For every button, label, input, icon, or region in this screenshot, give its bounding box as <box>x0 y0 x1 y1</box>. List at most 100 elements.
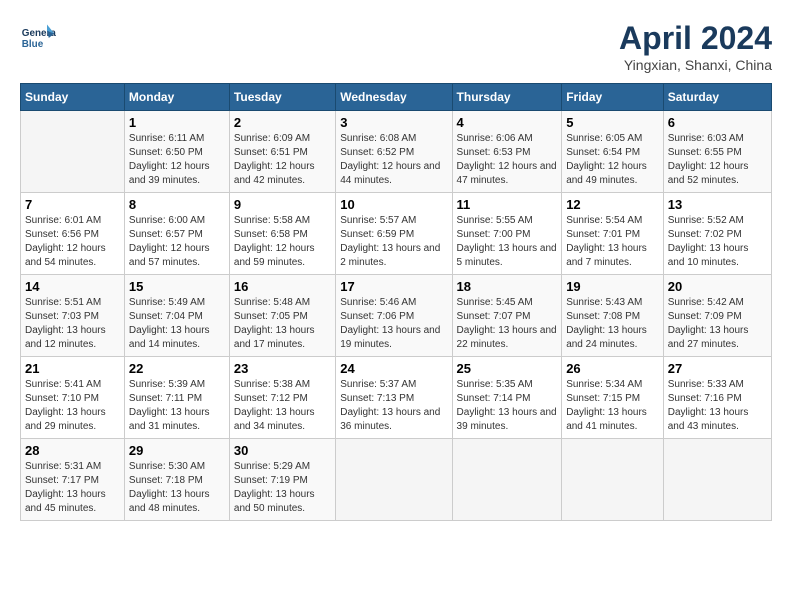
day-number: 22 <box>129 361 225 376</box>
location: Yingxian, Shanxi, China <box>619 57 772 73</box>
day-info: Sunrise: 6:09 AM Sunset: 6:51 PM Dayligh… <box>234 132 331 188</box>
day-number: 23 <box>234 361 331 376</box>
day-number: 25 <box>457 361 558 376</box>
weekday-header-saturday: Saturday <box>663 84 771 111</box>
day-info: Sunrise: 5:51 AM Sunset: 7:03 PM Dayligh… <box>25 296 120 352</box>
calendar-cell: 6 Sunrise: 6:03 AM Sunset: 6:55 PM Daylig… <box>663 111 771 193</box>
day-info: Sunrise: 6:01 AM Sunset: 6:56 PM Dayligh… <box>25 214 120 270</box>
calendar-cell: 24 Sunrise: 5:37 AM Sunset: 7:13 PM Dayli… <box>336 357 452 439</box>
day-number: 6 <box>668 115 767 130</box>
weekday-header-friday: Friday <box>562 84 664 111</box>
day-number: 14 <box>25 279 120 294</box>
calendar-cell: 3 Sunrise: 6:08 AM Sunset: 6:52 PM Daylig… <box>336 111 452 193</box>
calendar-cell: 14 Sunrise: 5:51 AM Sunset: 7:03 PM Dayli… <box>21 275 125 357</box>
calendar-week-4: 21Sunrise: 5:41 AM Sunset: 7:10 PM Dayli… <box>21 357 772 439</box>
day-number: 20 <box>668 279 767 294</box>
day-info: Sunrise: 5:38 AM Sunset: 7:12 PM Dayligh… <box>234 378 331 434</box>
day-number: 11 <box>457 197 558 212</box>
calendar-cell: 18 Sunrise: 5:45 AM Sunset: 7:07 PM Dayli… <box>452 275 562 357</box>
calendar-cell: 20 Sunrise: 5:42 AM Sunset: 7:09 PM Dayli… <box>663 275 771 357</box>
calendar-cell: 8Sunrise: 6:00 AM Sunset: 6:57 PM Daylig… <box>124 193 229 275</box>
day-number: 18 <box>457 279 558 294</box>
day-number: 8 <box>129 197 225 212</box>
day-number: 7 <box>25 197 120 212</box>
calendar-cell: 11 Sunrise: 5:55 AM Sunset: 7:00 PM Dayli… <box>452 193 562 275</box>
calendar-table: SundayMondayTuesdayWednesdayThursdayFrid… <box>20 83 772 521</box>
day-info: Sunrise: 5:39 AM Sunset: 7:11 PM Dayligh… <box>129 378 225 434</box>
day-number: 12 <box>566 197 659 212</box>
day-info: Sunrise: 6:03 AM Sunset: 6:55 PM Dayligh… <box>668 132 767 188</box>
calendar-cell: 15 Sunrise: 5:49 AM Sunset: 7:04 PM Dayli… <box>124 275 229 357</box>
day-number: 10 <box>340 197 447 212</box>
calendar-cell: 4Sunrise: 6:06 AM Sunset: 6:53 PM Daylig… <box>452 111 562 193</box>
calendar-cell: 29 Sunrise: 5:30 AM Sunset: 7:18 PM Dayli… <box>124 439 229 521</box>
day-info: Sunrise: 5:30 AM Sunset: 7:18 PM Dayligh… <box>129 460 225 516</box>
calendar-cell: 12 Sunrise: 5:54 AM Sunset: 7:01 PM Dayli… <box>562 193 664 275</box>
weekday-header-row: SundayMondayTuesdayWednesdayThursdayFrid… <box>21 84 772 111</box>
day-info: Sunrise: 6:05 AM Sunset: 6:54 PM Dayligh… <box>566 132 659 188</box>
day-number: 21 <box>25 361 120 376</box>
calendar-week-3: 14 Sunrise: 5:51 AM Sunset: 7:03 PM Dayli… <box>21 275 772 357</box>
day-info: Sunrise: 5:29 AM Sunset: 7:19 PM Dayligh… <box>234 460 331 516</box>
day-number: 17 <box>340 279 447 294</box>
day-number: 27 <box>668 361 767 376</box>
day-number: 15 <box>129 279 225 294</box>
day-info: Sunrise: 5:58 AM Sunset: 6:58 PM Dayligh… <box>234 214 331 270</box>
calendar-cell: 10 Sunrise: 5:57 AM Sunset: 6:59 PM Dayli… <box>336 193 452 275</box>
weekday-header-monday: Monday <box>124 84 229 111</box>
weekday-header-sunday: Sunday <box>21 84 125 111</box>
day-info: Sunrise: 5:49 AM Sunset: 7:04 PM Dayligh… <box>129 296 225 352</box>
day-info: Sunrise: 6:11 AM Sunset: 6:50 PM Dayligh… <box>129 132 225 188</box>
day-number: 1 <box>129 115 225 130</box>
day-info: Sunrise: 5:45 AM Sunset: 7:07 PM Dayligh… <box>457 296 558 352</box>
day-info: Sunrise: 5:42 AM Sunset: 7:09 PM Dayligh… <box>668 296 767 352</box>
day-number: 24 <box>340 361 447 376</box>
calendar-cell: 28 Sunrise: 5:31 AM Sunset: 7:17 PM Dayli… <box>21 439 125 521</box>
weekday-header-wednesday: Wednesday <box>336 84 452 111</box>
day-info: Sunrise: 5:43 AM Sunset: 7:08 PM Dayligh… <box>566 296 659 352</box>
calendar-cell <box>336 439 452 521</box>
day-number: 2 <box>234 115 331 130</box>
calendar-cell: 5 Sunrise: 6:05 AM Sunset: 6:54 PM Daylig… <box>562 111 664 193</box>
day-number: 16 <box>234 279 331 294</box>
calendar-cell: 1 Sunrise: 6:11 AM Sunset: 6:50 PM Daylig… <box>124 111 229 193</box>
day-number: 29 <box>129 443 225 458</box>
calendar-cell <box>562 439 664 521</box>
logo-icon: General Blue <box>20 20 56 56</box>
day-number: 5 <box>566 115 659 130</box>
day-number: 13 <box>668 197 767 212</box>
day-info: Sunrise: 5:54 AM Sunset: 7:01 PM Dayligh… <box>566 214 659 270</box>
calendar-week-2: 7 Sunrise: 6:01 AM Sunset: 6:56 PM Daylig… <box>21 193 772 275</box>
day-info: Sunrise: 5:55 AM Sunset: 7:00 PM Dayligh… <box>457 214 558 270</box>
day-info: Sunrise: 5:48 AM Sunset: 7:05 PM Dayligh… <box>234 296 331 352</box>
calendar-cell: 26 Sunrise: 5:34 AM Sunset: 7:15 PM Dayli… <box>562 357 664 439</box>
calendar-cell: 22 Sunrise: 5:39 AM Sunset: 7:11 PM Dayli… <box>124 357 229 439</box>
day-info: Sunrise: 6:08 AM Sunset: 6:52 PM Dayligh… <box>340 132 447 188</box>
day-info: Sunrise: 5:52 AM Sunset: 7:02 PM Dayligh… <box>668 214 767 270</box>
day-info: Sunrise: 5:31 AM Sunset: 7:17 PM Dayligh… <box>25 460 120 516</box>
day-info: Sunrise: 5:46 AM Sunset: 7:06 PM Dayligh… <box>340 296 447 352</box>
calendar-cell: 27Sunrise: 5:33 AM Sunset: 7:16 PM Dayli… <box>663 357 771 439</box>
day-info: Sunrise: 5:57 AM Sunset: 6:59 PM Dayligh… <box>340 214 447 270</box>
weekday-header-tuesday: Tuesday <box>229 84 335 111</box>
calendar-cell: 2 Sunrise: 6:09 AM Sunset: 6:51 PM Daylig… <box>229 111 335 193</box>
svg-text:Blue: Blue <box>22 39 44 50</box>
day-number: 28 <box>25 443 120 458</box>
day-number: 3 <box>340 115 447 130</box>
calendar-cell: 23 Sunrise: 5:38 AM Sunset: 7:12 PM Dayli… <box>229 357 335 439</box>
logo: General Blue <box>20 20 56 56</box>
calendar-cell <box>452 439 562 521</box>
weekday-header-thursday: Thursday <box>452 84 562 111</box>
day-number: 4 <box>457 115 558 130</box>
day-info: Sunrise: 5:34 AM Sunset: 7:15 PM Dayligh… <box>566 378 659 434</box>
month-title: April 2024 <box>619 20 772 57</box>
calendar-cell: 17 Sunrise: 5:46 AM Sunset: 7:06 PM Dayli… <box>336 275 452 357</box>
calendar-week-1: 1 Sunrise: 6:11 AM Sunset: 6:50 PM Daylig… <box>21 111 772 193</box>
calendar-cell: 13 Sunrise: 5:52 AM Sunset: 7:02 PM Dayli… <box>663 193 771 275</box>
calendar-cell: 16 Sunrise: 5:48 AM Sunset: 7:05 PM Dayli… <box>229 275 335 357</box>
day-info: Sunrise: 5:37 AM Sunset: 7:13 PM Dayligh… <box>340 378 447 434</box>
page-header: General Blue April 2024 Yingxian, Shanxi… <box>20 20 772 73</box>
calendar-week-5: 28 Sunrise: 5:31 AM Sunset: 7:17 PM Dayli… <box>21 439 772 521</box>
day-number: 26 <box>566 361 659 376</box>
calendar-cell: 21Sunrise: 5:41 AM Sunset: 7:10 PM Dayli… <box>21 357 125 439</box>
